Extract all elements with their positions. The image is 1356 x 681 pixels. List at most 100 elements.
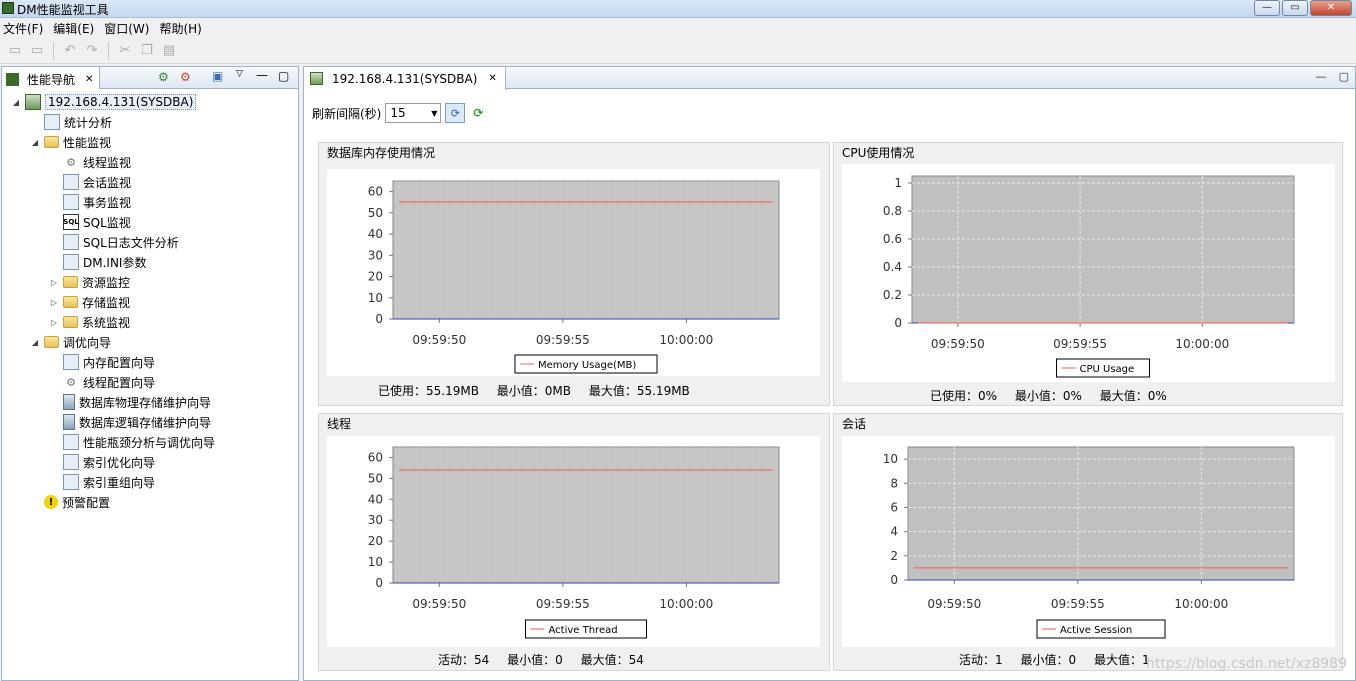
y-tick-label: 1 bbox=[894, 176, 902, 190]
tree-item-label: SQL日志文件分析 bbox=[83, 235, 179, 250]
expanded-icon[interactable]: ◢ bbox=[11, 97, 21, 107]
tree-item[interactable]: SQL日志文件分析 bbox=[2, 232, 298, 252]
tree-item[interactable]: ! 预警配置 bbox=[2, 492, 298, 512]
tree-item[interactable]: 数据库逻辑存储维护向导 bbox=[2, 412, 298, 432]
cpu-chart: 0 0.2 0.4 0.6 0.8 1 09:59:50 09:59:55 10:00:00 CP… bbox=[883, 175, 1295, 378]
minimize-editor-icon[interactable]: — bbox=[1316, 70, 1327, 83]
session-active: 活动：1 bbox=[959, 653, 1003, 667]
refresh-icon[interactable]: ⟳ bbox=[469, 104, 487, 122]
disconnect-icon[interactable]: ⚙ bbox=[180, 70, 191, 84]
tree-item[interactable]: ◢ 调优向导 bbox=[2, 332, 298, 352]
legend-label: Active Session bbox=[1060, 625, 1132, 636]
y-tick-label: 6 bbox=[890, 500, 898, 514]
refresh-interval-select[interactable]: 15 ▼ bbox=[385, 103, 442, 123]
save-all-icon[interactable]: ▭ bbox=[28, 42, 46, 60]
tree-root[interactable]: ◢ 192.168.4.131(SYSDBA) bbox=[2, 92, 298, 112]
connect-icon[interactable]: ⚙ bbox=[158, 70, 169, 84]
tree-item[interactable]: ⚙ 线程监视 bbox=[2, 152, 298, 172]
tree-item[interactable]: 统计分析 bbox=[2, 112, 298, 132]
tree-item-label: 系统监视 bbox=[82, 315, 131, 330]
menu-edit[interactable]: 编辑(E) bbox=[50, 19, 101, 37]
x-tick-label: 10:00:00 bbox=[659, 597, 713, 611]
tree-item[interactable]: ◢ 性能监视 bbox=[2, 132, 298, 152]
tree-item[interactable]: 索引重组向导 bbox=[2, 472, 298, 492]
x-tick-label: 09:59:50 bbox=[927, 597, 981, 611]
collapsed-icon[interactable]: ▷ bbox=[49, 317, 59, 327]
collapsed-icon[interactable]: ▷ bbox=[49, 277, 59, 287]
tree-item[interactable]: ⚙ 线程配置向导 bbox=[2, 372, 298, 392]
undo-icon[interactable]: ↶ bbox=[61, 42, 79, 60]
session-min: 最小值：0 bbox=[1020, 653, 1077, 667]
tab-performance-nav[interactable]: 性能导航 ✕ bbox=[2, 67, 101, 89]
refresh-label: 刷新间隔(秒) bbox=[312, 106, 382, 121]
menu-help[interactable]: 帮助(H) bbox=[156, 19, 208, 37]
redo-icon[interactable]: ↷ bbox=[83, 42, 101, 60]
menu-window[interactable]: 窗口(W) bbox=[101, 19, 156, 37]
log-icon bbox=[63, 234, 79, 250]
tree-item-label: 数据库逻辑存储维护向导 bbox=[79, 415, 212, 430]
maximize-button[interactable]: ▭ bbox=[1282, 0, 1308, 16]
tree-item[interactable]: SQL SQL监视 bbox=[2, 212, 298, 232]
gear-icon: ⚙ bbox=[66, 155, 76, 169]
tab-connection[interactable]: 192.168.4.131(SYSDBA) ✕ bbox=[304, 67, 506, 90]
tree-item-label: 会话监视 bbox=[83, 175, 132, 190]
cpu-min: 最小值：0% bbox=[1014, 389, 1082, 403]
chevron-down-icon[interactable]: ▽ bbox=[236, 69, 243, 79]
close-tab-icon[interactable]: ✕ bbox=[85, 74, 93, 85]
y-tick-label: 40 bbox=[368, 227, 383, 241]
tree-item[interactable]: ▷ 系统监视 bbox=[2, 312, 298, 332]
y-tick-label: 0 bbox=[375, 312, 383, 326]
tree-item-label: 内存配置向导 bbox=[83, 355, 156, 370]
minimize-button[interactable]: — bbox=[1254, 0, 1280, 16]
maximize-editor-icon[interactable]: ▢ bbox=[1339, 70, 1349, 83]
memory-panel-title: 数据库内存使用情况 bbox=[327, 146, 436, 160]
expanded-icon[interactable]: ◢ bbox=[30, 337, 40, 347]
tree-item[interactable]: 事务监视 bbox=[2, 192, 298, 212]
monitor-editor: 192.168.4.131(SYSDBA) ✕ — ▢ 刷新间隔(秒) 15 ▼… bbox=[303, 66, 1356, 681]
view-menu-icon[interactable]: ▣ bbox=[212, 69, 223, 83]
db-icon bbox=[63, 394, 75, 410]
plot-area bbox=[907, 446, 1295, 581]
session-chart: 0 2 4 6 8 10 09:59:50 09:59:55 10:00:00 Active Se… bbox=[883, 446, 1295, 639]
tree-item[interactable]: ▷ 存储监视 bbox=[2, 292, 298, 312]
folder-icon bbox=[44, 336, 59, 348]
connection-icon bbox=[310, 72, 323, 85]
copy-icon[interactable]: ❐ bbox=[138, 42, 156, 60]
minimize-view-icon[interactable]: — bbox=[256, 68, 268, 82]
tree-item[interactable]: 会话监视 bbox=[2, 172, 298, 192]
y-tick-label: 20 bbox=[368, 270, 383, 284]
tab-label: 性能导航 bbox=[27, 73, 76, 87]
tree-item[interactable]: 索引优化向导 bbox=[2, 452, 298, 472]
y-tick-label: 0.8 bbox=[883, 204, 902, 218]
expanded-icon[interactable]: ◢ bbox=[30, 137, 40, 147]
chart-icon bbox=[44, 114, 60, 130]
tree-item[interactable]: DM.INI参数 bbox=[2, 252, 298, 272]
memory-max: 最大值：55.19MB bbox=[588, 384, 690, 398]
tree-item-label: 存储监视 bbox=[82, 295, 131, 310]
tree-item-label: 索引重组向导 bbox=[83, 475, 156, 490]
paste-icon[interactable]: ▤ bbox=[160, 42, 178, 60]
thread-panel: 线程 0 10 20 30 40 50 60 09:59:50 09:59:55 10:00:00… bbox=[318, 413, 830, 671]
cut-icon[interactable]: ✂ bbox=[116, 42, 134, 60]
tree-item[interactable]: 内存配置向导 bbox=[2, 352, 298, 372]
thread-active: 活动：54 bbox=[438, 653, 490, 667]
menu-file[interactable]: 文件(F) bbox=[0, 19, 50, 37]
auto-refresh-button[interactable]: ⟳ bbox=[445, 103, 466, 123]
tree-item[interactable]: 数据库物理存储维护向导 bbox=[2, 392, 298, 412]
warning-icon: ! bbox=[44, 495, 58, 509]
maximize-view-icon[interactable]: ▢ bbox=[278, 69, 289, 83]
close-button[interactable]: ✕ bbox=[1310, 0, 1352, 16]
x-tick-label: 10:00:00 bbox=[1175, 337, 1229, 351]
collapsed-icon[interactable]: ▷ bbox=[49, 297, 59, 307]
close-tab-icon[interactable]: ✕ bbox=[488, 73, 496, 84]
session-max: 最大值：1 bbox=[1093, 653, 1150, 667]
tree-item[interactable]: 性能瓶颈分析与调优向导 bbox=[2, 432, 298, 452]
save-icon[interactable]: ▭ bbox=[6, 42, 24, 60]
tree-item[interactable]: ▷ 资源监控 bbox=[2, 272, 298, 292]
y-tick-label: 10 bbox=[883, 452, 898, 466]
